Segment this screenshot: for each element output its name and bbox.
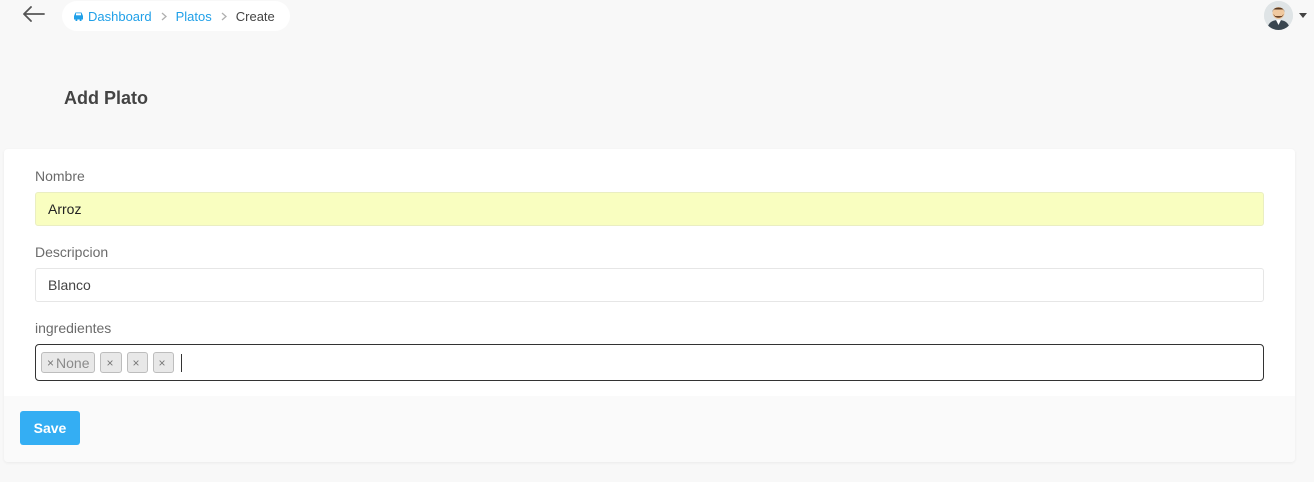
page-title: Add Plato [64,88,148,108]
save-button[interactable]: Save [20,411,80,445]
arrow-left-icon [23,6,45,22]
descripcion-label: Descripcion [35,244,109,260]
breadcrumb-dashboard-label: Dashboard [88,8,152,24]
nombre-input[interactable] [35,192,1264,226]
form-footer: Save [4,396,1295,462]
close-icon[interactable]: × [47,356,54,370]
ingredient-tag: × None [41,352,96,373]
descripcion-input[interactable] [35,268,1264,302]
ingredient-tag-label: None [56,354,90,371]
nombre-label: Nombre [35,168,85,184]
ingredient-tag: × [152,352,174,373]
breadcrumb-current: Create [235,8,275,24]
breadcrumb-dashboard[interactable]: Dashboard [73,9,152,24]
car-icon [74,12,83,21]
back-button[interactable] [22,4,46,24]
create-form: Nombre Descripcion ingredientes × None ×… [4,149,1295,462]
chevron-right-icon [161,12,167,21]
caret-down-icon [1299,12,1307,18]
breadcrumb-platos[interactable]: Platos [176,9,212,24]
ingredientes-tag-input[interactable]: × None × × × [35,344,1264,381]
close-icon[interactable]: × [133,356,140,370]
close-icon[interactable]: × [159,356,166,370]
close-icon[interactable]: × [106,356,113,370]
ingredient-tag: × [100,352,122,373]
text-cursor [180,353,182,372]
user-menu[interactable] [1264,0,1312,30]
ingredientes-label: ingredientes [35,320,112,336]
user-avatar-icon [1264,0,1293,30]
chevron-right-icon [221,12,227,21]
breadcrumb: Dashboard Platos Create [62,1,290,31]
ingredient-tag: × [126,352,148,373]
